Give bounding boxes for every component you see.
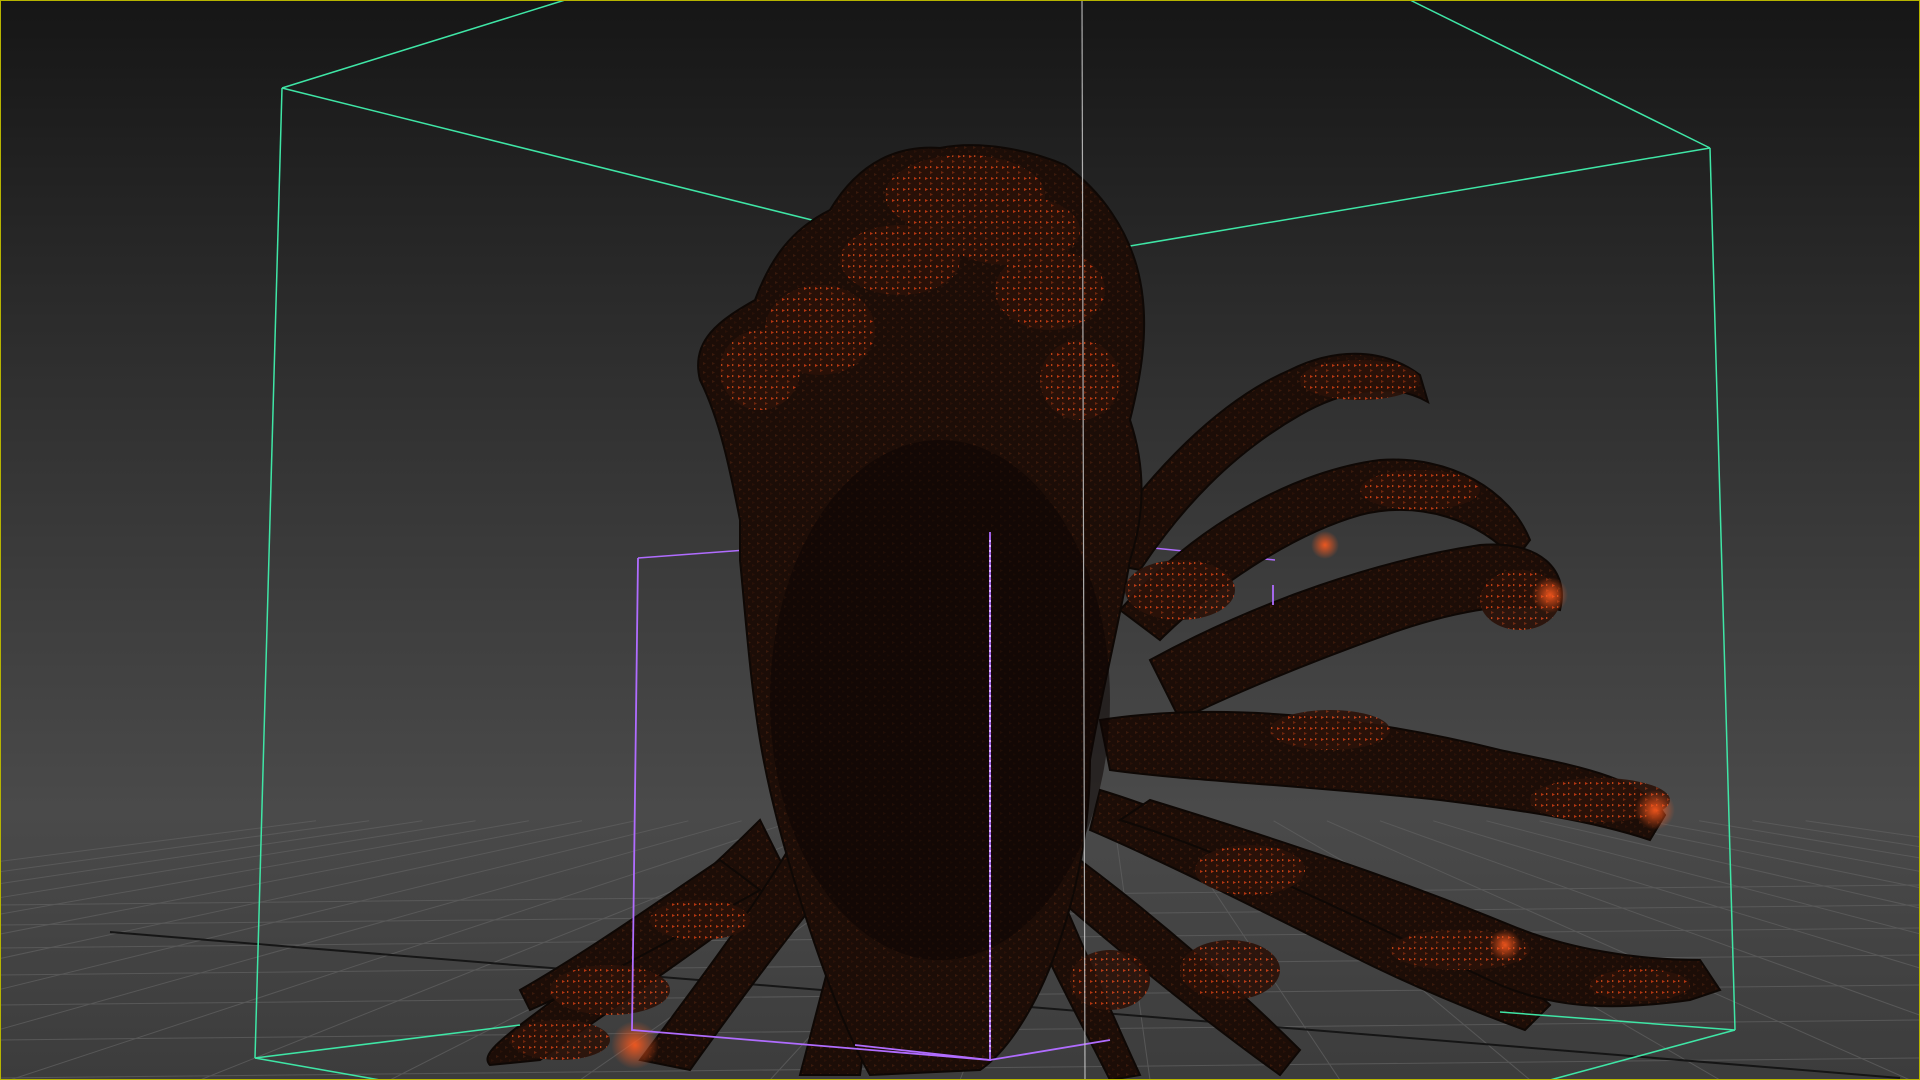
grid-line [0, 820, 476, 899]
grid-line [1752, 820, 1920, 848]
grid-line [0, 820, 370, 873]
3d-viewport[interactable] [0, 0, 1920, 1080]
viewport-scene[interactable] [0, 0, 1920, 1080]
grid-line [0, 820, 529, 915]
particle-volume[interactable] [486, 144, 1722, 1080]
grid-line [1592, 820, 1920, 889]
grid-line [0, 820, 423, 885]
